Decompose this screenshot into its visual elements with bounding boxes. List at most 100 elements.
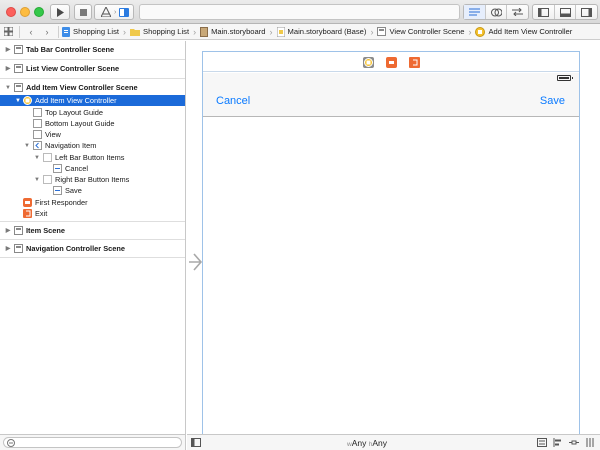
outline-row-label: Tab Bar Controller Scene bbox=[26, 45, 115, 54]
scene-icon bbox=[14, 64, 23, 73]
back-button[interactable]: ‹ bbox=[23, 24, 39, 40]
view-controller-icon bbox=[475, 26, 486, 37]
toggle-debug-area-button[interactable] bbox=[555, 5, 577, 19]
outline-filter-field[interactable] bbox=[3, 437, 182, 448]
first-responder-icon bbox=[386, 57, 397, 68]
breadcrumb-storyboard-base[interactable]: Main.storyboard (Base) bbox=[276, 24, 367, 40]
device-icon bbox=[119, 7, 130, 17]
outline-row-bottom-layout-guide[interactable]: Bottom Layout Guide bbox=[0, 118, 185, 129]
stop-button[interactable] bbox=[74, 4, 92, 20]
outline-row-add-item-view-controller[interactable]: ▼ Add Item View Controller bbox=[0, 95, 185, 106]
cancel-bar-button[interactable]: Cancel bbox=[216, 95, 250, 107]
breadcrumb-storyboard[interactable]: Main.storyboard bbox=[200, 24, 266, 40]
outline-row-label: Item Scene bbox=[26, 226, 66, 235]
outline-row-top-layout-guide[interactable]: Top Layout Guide bbox=[0, 107, 185, 118]
view-controller-icon bbox=[23, 96, 32, 105]
breadcrumb-project[interactable]: Shopping List bbox=[62, 24, 119, 40]
outline-row-save[interactable]: Save bbox=[0, 185, 185, 196]
standard-editor-button[interactable] bbox=[464, 5, 486, 19]
outline-row-view[interactable]: View bbox=[0, 129, 185, 140]
bar-button-icon bbox=[53, 186, 62, 195]
storyboard-icon bbox=[200, 26, 209, 37]
outline-row-right-bar-button-items[interactable]: ▼ Right Bar Button Items bbox=[0, 174, 185, 185]
outline-row-left-bar-button-items[interactable]: ▼ Left Bar Button Items bbox=[0, 152, 185, 163]
minimize-window-button[interactable] bbox=[20, 7, 30, 17]
view-controller-icon bbox=[364, 58, 373, 67]
size-class-control[interactable]: wAny hAny bbox=[347, 438, 387, 448]
bottom-panel-icon bbox=[559, 7, 571, 17]
scene-icon bbox=[14, 45, 23, 54]
version-editor-button[interactable] bbox=[507, 5, 528, 19]
outline-row-label: Add Item View Controller Scene bbox=[26, 83, 138, 92]
breadcrumb-label: View Controller Scene bbox=[389, 27, 465, 36]
outline-row-label: Top Layout Guide bbox=[45, 108, 103, 117]
outline-row-add-item-view-controller-scene[interactable]: ▼ Add Item View Controller Scene bbox=[0, 82, 185, 93]
disclosure-triangle-icon[interactable]: ▶ bbox=[4, 245, 12, 252]
related-items-button[interactable] bbox=[0, 24, 16, 40]
outline-row-list-view-controller-scene[interactable]: ▶ List View Controller Scene bbox=[0, 63, 185, 74]
activity-viewer bbox=[139, 4, 460, 20]
close-window-button[interactable] bbox=[6, 7, 16, 17]
breadcrumb-label: Add Item View Controller bbox=[488, 27, 573, 36]
breadcrumb-chevron-icon: › bbox=[123, 26, 127, 37]
breadcrumb-label: Shopping List bbox=[143, 27, 190, 36]
chevron-right-icon: › bbox=[45, 26, 49, 37]
disclosure-triangle-icon[interactable]: ▼ bbox=[33, 155, 41, 161]
disclosure-triangle-icon[interactable]: ▼ bbox=[33, 177, 41, 183]
chevron-left-icon: ‹ bbox=[29, 26, 33, 37]
folder-icon bbox=[130, 28, 141, 36]
pin-icon[interactable] bbox=[569, 438, 579, 447]
disclosure-triangle-icon[interactable]: ▶ bbox=[4, 227, 12, 234]
outline-divider bbox=[0, 78, 185, 79]
add-item-scene[interactable]: Cancel Save bbox=[202, 51, 580, 435]
disclosure-triangle-icon[interactable]: ▶ bbox=[4, 46, 12, 53]
outline-row-exit[interactable]: Exit bbox=[0, 208, 185, 219]
scene-icon bbox=[14, 83, 23, 92]
disclosure-triangle-icon[interactable]: ▼ bbox=[14, 98, 22, 104]
jump-bar: ‹ › Shopping List › Shopping List › Main… bbox=[0, 24, 600, 40]
breadcrumb-scene[interactable]: View Controller Scene bbox=[377, 24, 464, 40]
outline-row-first-responder[interactable]: First Responder bbox=[0, 197, 185, 208]
embed-in-stack-icon[interactable] bbox=[537, 438, 547, 447]
first-responder-icon bbox=[23, 198, 32, 207]
dock-exit-button[interactable] bbox=[409, 57, 420, 68]
breadcrumb-chevron-icon: › bbox=[269, 26, 273, 37]
outline-row-cancel[interactable]: Cancel bbox=[0, 163, 185, 174]
filter-icon bbox=[7, 439, 15, 447]
run-button[interactable] bbox=[50, 4, 70, 20]
outline-row-navigation-controller-scene[interactable]: ▶ Navigation Controller Scene bbox=[0, 243, 185, 254]
scheme-separator: › bbox=[114, 8, 117, 16]
outline-row-label: Right Bar Button Items bbox=[55, 175, 130, 184]
save-bar-button[interactable]: Save bbox=[540, 95, 565, 107]
breadcrumb-chevron-icon: › bbox=[468, 26, 472, 37]
assistant-editor-button[interactable] bbox=[486, 5, 508, 19]
scene-icon bbox=[14, 226, 23, 235]
disclosure-triangle-icon[interactable]: ▶ bbox=[4, 65, 12, 72]
zoom-window-button[interactable] bbox=[34, 7, 44, 17]
project-icon bbox=[62, 26, 70, 37]
toggle-navigator-button[interactable] bbox=[533, 5, 555, 19]
outline-row-navigation-item[interactable]: ▼ Navigation Item bbox=[0, 140, 185, 151]
outline-row-tab-bar-controller-scene[interactable]: ▶ Tab Bar Controller Scene bbox=[0, 44, 185, 55]
editor-mode-control bbox=[463, 4, 529, 20]
outline-footer bbox=[0, 434, 186, 450]
storyboard-base-icon bbox=[276, 26, 285, 37]
outline-row-label: Cancel bbox=[65, 164, 89, 173]
jump-bar-divider bbox=[19, 25, 20, 38]
forward-button[interactable]: › bbox=[39, 24, 55, 40]
left-panel-icon bbox=[537, 7, 549, 17]
outline-row-item-scene[interactable]: ▶ Item Scene bbox=[0, 225, 185, 236]
breadcrumb-label: Shopping List bbox=[73, 27, 120, 36]
dock-view-controller-button[interactable] bbox=[363, 57, 374, 68]
dock-first-responder-button[interactable] bbox=[386, 57, 397, 68]
disclosure-triangle-icon[interactable]: ▼ bbox=[4, 85, 12, 91]
toggle-outline-icon[interactable] bbox=[191, 438, 201, 447]
breadcrumb-label: Main.storyboard (Base) bbox=[287, 27, 367, 36]
scheme-selector[interactable]: › bbox=[94, 4, 134, 20]
toggle-utilities-button[interactable] bbox=[576, 5, 597, 19]
breadcrumb-folder[interactable]: Shopping List bbox=[130, 24, 189, 40]
resolve-issues-icon[interactable] bbox=[585, 438, 595, 447]
breadcrumb-view-controller[interactable]: Add Item View Controller bbox=[475, 24, 572, 40]
align-icon[interactable] bbox=[553, 438, 563, 447]
disclosure-triangle-icon[interactable]: ▼ bbox=[23, 143, 31, 149]
